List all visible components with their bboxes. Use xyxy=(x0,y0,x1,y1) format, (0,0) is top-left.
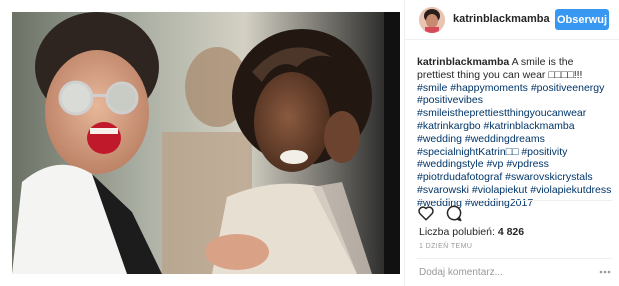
likes-label: Liczba polubień: xyxy=(419,226,495,238)
hashtag-link[interactable]: #positivevibes xyxy=(417,94,483,106)
post-header: katrinblackmamba Obserwuj xyxy=(405,0,619,40)
hashtag-link[interactable]: #positivity xyxy=(521,146,567,158)
hashtag-link[interactable]: #weddingstyle xyxy=(417,158,484,170)
hashtag-link[interactable]: #vp xyxy=(486,158,503,170)
post-caption: katrinblackmamba A smile is the pretties… xyxy=(417,56,612,210)
hashtag-link[interactable]: #violapiekut xyxy=(472,184,527,196)
post-photo-pane xyxy=(0,0,404,286)
hashtag-link[interactable]: #specialnightKatrin□□ xyxy=(417,146,518,158)
username-link[interactable]: katrinblackmamba xyxy=(453,13,550,25)
likes-value[interactable]: 4 826 xyxy=(498,226,524,238)
photo-image xyxy=(12,12,400,274)
caption-author-link[interactable]: katrinblackmamba xyxy=(417,56,509,68)
hashtag-link[interactable]: #katrinkargbo xyxy=(417,120,481,132)
hashtag-link[interactable]: #positiveenergy xyxy=(531,82,605,94)
post-photo[interactable] xyxy=(12,12,400,274)
heart-icon[interactable] xyxy=(417,204,435,222)
hashtag-link[interactable]: #smileistheprettiestthingyoucanwear xyxy=(417,107,586,119)
hashtag-link[interactable]: #weddingdreams xyxy=(465,133,545,145)
hashtag-link[interactable]: #happymoments xyxy=(450,82,528,94)
hashtag-link[interactable]: #violapiekutdress xyxy=(530,184,611,196)
avatar-image xyxy=(419,7,445,33)
avatar[interactable] xyxy=(419,7,445,33)
comment-form xyxy=(417,258,612,282)
hashtag-link[interactable]: #piotrdudafotograf xyxy=(417,171,502,183)
comment-input[interactable] xyxy=(419,265,579,279)
hashtag-link[interactable]: #wedding xyxy=(417,133,462,145)
hashtag-link[interactable]: #vpdress xyxy=(506,158,549,170)
hashtag-link[interactable]: #svarowski xyxy=(417,184,469,196)
comment-bubble-icon[interactable] xyxy=(445,204,463,222)
follow-button[interactable]: Obserwuj xyxy=(555,9,609,30)
post-timestamp[interactable]: 1 DZIEŃ TEMU xyxy=(419,243,472,250)
instagram-post: katrinblackmamba Obserwuj katrinblackmam… xyxy=(0,0,619,286)
post-side-panel: katrinblackmamba Obserwuj katrinblackmam… xyxy=(404,0,619,286)
hashtag-link[interactable]: #smile xyxy=(417,82,447,94)
hashtag-link[interactable]: #katrinblackmamba xyxy=(484,120,575,132)
likes-count: Liczba polubień: 4 826 xyxy=(419,226,524,238)
caption-hashtags: #smile #happymoments #positiveenergy #po… xyxy=(417,82,611,209)
hashtag-link[interactable]: #swarovskicrystals xyxy=(505,171,593,183)
more-options-icon[interactable] xyxy=(599,266,611,278)
post-actions xyxy=(417,200,612,222)
